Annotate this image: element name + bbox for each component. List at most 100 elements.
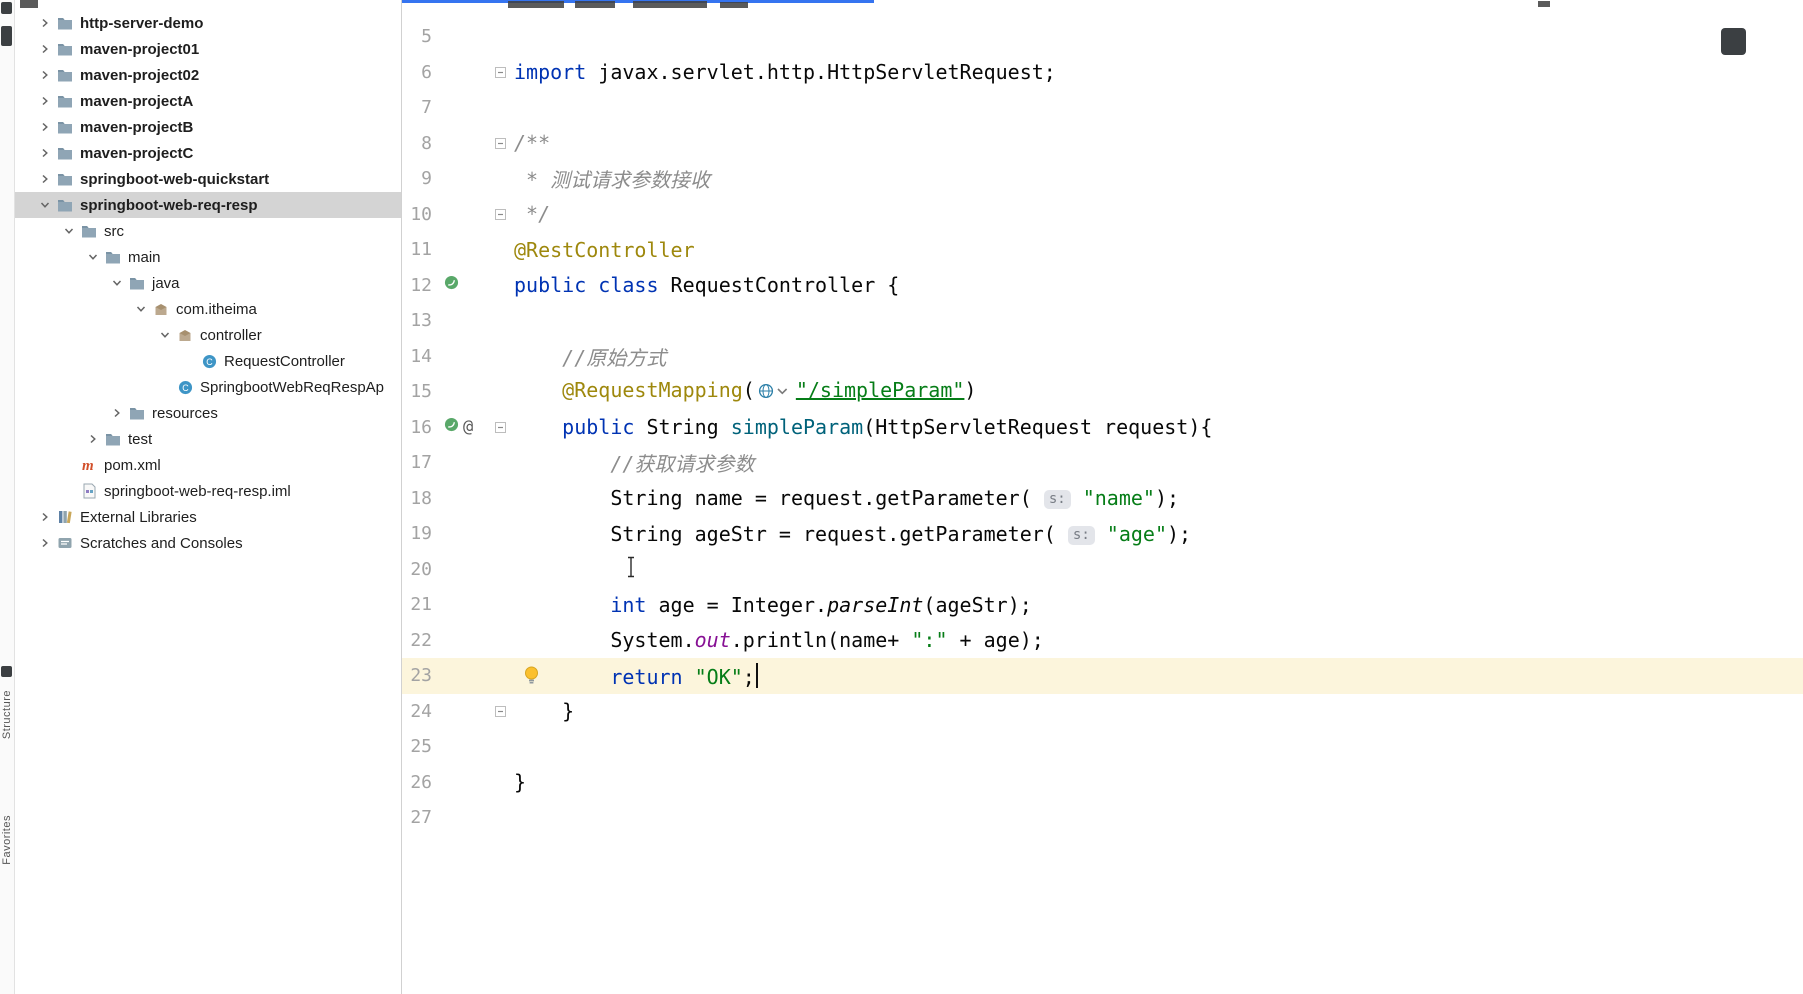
structure-tool-icon[interactable] <box>1 666 12 677</box>
code-line-23[interactable]: 23 return "OK"; <box>402 658 1803 694</box>
code-line-25[interactable]: 25 <box>402 729 1803 765</box>
chevron-right-icon[interactable] <box>35 512 55 522</box>
tree-item-scratches-and-consoles[interactable]: Scratches and Consoles <box>15 530 401 556</box>
code-line-8[interactable]: 8/** <box>402 126 1803 162</box>
chevron-right-icon[interactable] <box>35 18 55 28</box>
fold-marker-icon[interactable] <box>486 67 514 78</box>
line-number[interactable]: 7 <box>402 97 432 118</box>
fold-marker-icon[interactable] <box>486 209 514 220</box>
code-line-10[interactable]: 10 */ <box>402 197 1803 233</box>
chevron-down-icon[interactable] <box>131 304 151 314</box>
code-line-5[interactable]: 5 <box>402 19 1803 55</box>
chevron-down-icon[interactable] <box>107 278 127 288</box>
chevron-right-icon[interactable] <box>35 174 55 184</box>
code-line-19[interactable]: 19 String ageStr = request.getParameter(… <box>402 516 1803 552</box>
code-line-14[interactable]: 14 //原始方式 <box>402 339 1803 375</box>
line-number[interactable]: 14 <box>402 346 432 367</box>
tree-item-requestcontroller[interactable]: CRequestController <box>15 348 401 374</box>
tool-window-button-icon[interactable] <box>1 26 12 46</box>
spring-bean-icon[interactable] <box>444 417 459 437</box>
tree-item-src[interactable]: src <box>15 218 401 244</box>
line-number[interactable]: 16 <box>402 417 432 438</box>
tree-item-maven-projecta[interactable]: maven-projectA <box>15 88 401 114</box>
code-line-26[interactable]: 26} <box>402 765 1803 801</box>
chevron-right-icon[interactable] <box>35 44 55 54</box>
line-number[interactable]: 25 <box>402 736 432 757</box>
line-number[interactable]: 22 <box>402 630 432 651</box>
code-line-16[interactable]: 16@ public String simpleParam(HttpServle… <box>402 410 1803 446</box>
code-line-20[interactable]: 20 <box>402 552 1803 588</box>
line-number[interactable]: 23 <box>402 665 432 686</box>
code-line-18[interactable]: 18 String name = request.getParameter( s… <box>402 481 1803 517</box>
line-number[interactable]: 17 <box>402 452 432 473</box>
line-number[interactable]: 18 <box>402 488 432 509</box>
code-line-27[interactable]: 27 <box>402 800 1803 836</box>
fold-marker-icon[interactable] <box>486 138 514 149</box>
line-number[interactable]: 27 <box>402 807 432 828</box>
line-number[interactable]: 21 <box>402 594 432 615</box>
line-number[interactable]: 26 <box>402 772 432 793</box>
line-number[interactable]: 8 <box>402 133 432 154</box>
code-line-11[interactable]: 11@RestController <box>402 232 1803 268</box>
code-line-9[interactable]: 9 * 测试请求参数接收 <box>402 161 1803 197</box>
tree-item-external-libraries[interactable]: External Libraries <box>15 504 401 530</box>
line-number[interactable]: 5 <box>402 26 432 47</box>
tool-window-button-icon[interactable] <box>1 2 12 14</box>
code-line-17[interactable]: 17 //获取请求参数 <box>402 445 1803 481</box>
chevron-right-icon[interactable] <box>35 538 55 548</box>
line-number[interactable]: 19 <box>402 523 432 544</box>
tree-item-maven-project01[interactable]: maven-project01 <box>15 36 401 62</box>
line-number[interactable]: 10 <box>402 204 432 225</box>
line-number[interactable]: 24 <box>402 701 432 722</box>
favorites-tool-label[interactable]: Favorites <box>1 815 13 865</box>
code-line-7[interactable]: 7 <box>402 90 1803 126</box>
tree-item-http-server-demo[interactable]: http-server-demo <box>15 10 401 36</box>
tree-item-springboot-web-req-resp[interactable]: springboot-web-req-resp <box>15 192 401 218</box>
intention-bulb-icon[interactable] <box>523 666 540 690</box>
tree-item-resources[interactable]: resources <box>15 400 401 426</box>
tree-item-test[interactable]: test <box>15 426 401 452</box>
code-line-24[interactable]: 24 } <box>402 694 1803 730</box>
chevron-right-icon[interactable] <box>35 70 55 80</box>
chevron-right-icon[interactable] <box>35 122 55 132</box>
line-number[interactable]: 6 <box>402 62 432 83</box>
fold-marker-icon[interactable] <box>486 422 514 433</box>
structure-tool-label[interactable]: Structure <box>1 690 13 739</box>
code-line-21[interactable]: 21 int age = Integer.parseInt(ageStr); <box>402 587 1803 623</box>
fold-marker-icon[interactable] <box>486 706 514 717</box>
code-line-12[interactable]: 12public class RequestController { <box>402 268 1803 304</box>
tree-item-controller[interactable]: controller <box>15 322 401 348</box>
chevron-right-icon[interactable] <box>35 96 55 106</box>
code-line-15[interactable]: 15 @RequestMapping("/simpleParam") <box>402 374 1803 410</box>
chevron-right-icon[interactable] <box>107 408 127 418</box>
line-number[interactable]: 20 <box>402 559 432 580</box>
line-number[interactable]: 9 <box>402 168 432 189</box>
tree-item-main[interactable]: main <box>15 244 401 270</box>
spring-bean-icon[interactable] <box>444 275 459 295</box>
chevron-down-icon[interactable] <box>83 252 103 262</box>
tree-item-pom-xml[interactable]: mpom.xml <box>15 452 401 478</box>
code-line-22[interactable]: 22 System.out.println(name+ ":" + age); <box>402 623 1803 659</box>
tree-item-maven-projectb[interactable]: maven-projectB <box>15 114 401 140</box>
line-number[interactable]: 12 <box>402 275 432 296</box>
tree-item-springboot-web-req-resp-iml[interactable]: springboot-web-req-resp.iml <box>15 478 401 504</box>
chevron-right-icon[interactable] <box>35 148 55 158</box>
chevron-down-icon[interactable] <box>155 330 175 340</box>
tree-item-maven-projectc[interactable]: maven-projectC <box>15 140 401 166</box>
chevron-down-icon[interactable] <box>35 200 55 210</box>
line-number[interactable]: 13 <box>402 310 432 331</box>
chevron-down-icon[interactable] <box>59 226 79 236</box>
tree-item-springboot-web-quickstart[interactable]: springboot-web-quickstart <box>15 166 401 192</box>
annotation-at-icon[interactable]: @ <box>463 417 473 437</box>
code-line-13[interactable]: 13 <box>402 303 1803 339</box>
tree-item-maven-project02[interactable]: maven-project02 <box>15 62 401 88</box>
globe-icon[interactable] <box>758 381 791 405</box>
code-line-6[interactable]: 6import javax.servlet.http.HttpServletRe… <box>402 55 1803 91</box>
line-number[interactable]: 11 <box>402 239 432 260</box>
code-segment: simpleParam <box>731 415 863 439</box>
tree-item-com-itheima[interactable]: com.itheima <box>15 296 401 322</box>
tree-item-springbootwebreqrespap[interactable]: CSpringbootWebReqRespAp <box>15 374 401 400</box>
line-number[interactable]: 15 <box>402 381 432 402</box>
tree-item-java[interactable]: java <box>15 270 401 296</box>
chevron-right-icon[interactable] <box>83 434 103 444</box>
